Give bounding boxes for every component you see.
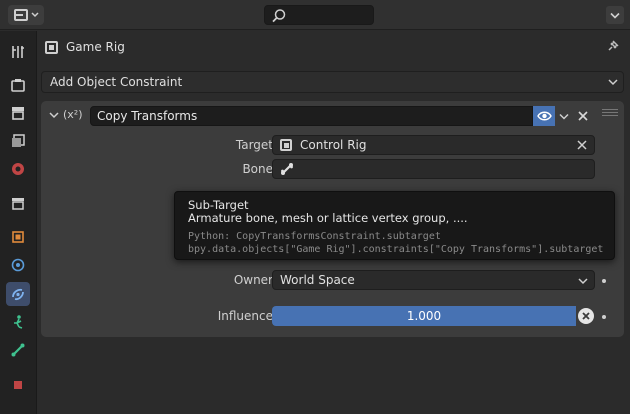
owner-value: World Space — [280, 273, 355, 287]
search-icon — [272, 9, 286, 23]
properties-header — [0, 0, 630, 30]
influence-label: Influence — [217, 309, 273, 323]
keyframe-dot[interactable] — [602, 315, 606, 319]
tooltip-description: Armature bone, mesh or lattice vertex gr… — [188, 211, 468, 225]
properties-editor-icon — [13, 9, 28, 21]
constraint-name-field[interactable]: Copy Transforms — [90, 106, 533, 126]
chevron-down-icon — [610, 12, 620, 19]
tool-icon — [12, 46, 24, 58]
chevron-down-icon — [559, 113, 569, 120]
target-field[interactable]: Control Rig — [272, 135, 595, 155]
options-dropdown-button[interactable] — [606, 6, 624, 24]
tab-render[interactable] — [6, 73, 30, 97]
chevron-down-icon — [30, 12, 39, 18]
add-object-constraint-dropdown[interactable]: Add Object Constraint — [41, 71, 624, 93]
bone-icon — [11, 343, 25, 357]
bone-icon — [281, 163, 293, 175]
pin-icon[interactable] — [606, 39, 620, 53]
bone-field[interactable] — [272, 159, 595, 179]
chevron-down-icon — [578, 278, 588, 285]
tab-object-constraint[interactable] — [6, 282, 30, 306]
physics-icon — [11, 258, 25, 272]
sub-target-tooltip: Sub-Target Armature bone, mesh or lattic… — [174, 191, 615, 260]
armature-icon — [14, 315, 23, 329]
keyframe-dot[interactable] — [602, 279, 606, 283]
clear-icon[interactable] — [576, 139, 588, 151]
view-layer-icon — [12, 134, 25, 147]
tab-object-data[interactable] — [6, 310, 30, 334]
collection-icon — [12, 198, 24, 210]
bone-constraint-icon — [14, 381, 22, 389]
object-name: Game Rig — [66, 40, 125, 54]
influence-value: 1.000 — [406, 309, 442, 323]
owner-space-dropdown[interactable]: World Space — [272, 270, 595, 290]
constraint-menu-button[interactable] — [556, 106, 572, 126]
collapse-chevron-icon[interactable] — [49, 110, 59, 120]
tab-object[interactable] — [6, 225, 30, 249]
tab-physics[interactable] — [6, 253, 30, 277]
close-icon — [582, 312, 590, 320]
tab-scene[interactable] — [6, 157, 30, 181]
object-icon — [45, 40, 58, 54]
constraint-icon — [12, 288, 24, 301]
copy-transforms-icon: (x²) — [63, 108, 83, 121]
search-field[interactable] — [264, 5, 374, 25]
bone-label: Bone — [242, 162, 273, 176]
target-label: Target — [235, 138, 273, 152]
close-icon — [578, 111, 588, 121]
disable-keep-transform-button[interactable] — [578, 308, 594, 324]
owner-label: Owner — [233, 273, 273, 287]
delete-constraint-button[interactable] — [575, 106, 591, 126]
add-object-constraint-label: Add Object Constraint — [50, 75, 183, 89]
tab-bone[interactable] — [6, 338, 30, 362]
eye-icon — [536, 111, 552, 121]
influence-slider[interactable]: 1.000 — [272, 306, 576, 326]
output-icon — [12, 107, 24, 120]
object-header: Game Rig — [45, 38, 125, 56]
render-icon — [11, 79, 25, 92]
tooltip-python-line-2: bpy.data.objects["Game Rig"].constraints… — [188, 244, 604, 255]
tab-tool[interactable] — [6, 40, 30, 64]
properties-tab-strip — [0, 31, 37, 414]
editor-type-button[interactable] — [8, 5, 44, 25]
chevron-down-icon — [608, 79, 618, 86]
tooltip-python-path: Python: CopyTransformsConstraint.subtarg… — [188, 230, 604, 256]
enable-constraint-toggle[interactable] — [533, 106, 555, 126]
tab-output[interactable] — [6, 101, 30, 125]
tab-collection[interactable] — [6, 191, 30, 215]
constraint-name: Copy Transforms — [97, 109, 198, 123]
tab-view-layer[interactable] — [6, 129, 30, 153]
tab-bone-constraint[interactable] — [6, 371, 30, 395]
object-icon — [12, 231, 24, 243]
target-value: Control Rig — [300, 138, 367, 152]
object-icon — [280, 139, 292, 151]
scene-icon — [12, 163, 24, 175]
tooltip-python-line-1: Python: CopyTransformsConstraint.subtarg… — [188, 231, 441, 242]
constraint-header: (x²) Copy Transforms — [41, 101, 624, 131]
drag-handle[interactable] — [602, 109, 618, 119]
